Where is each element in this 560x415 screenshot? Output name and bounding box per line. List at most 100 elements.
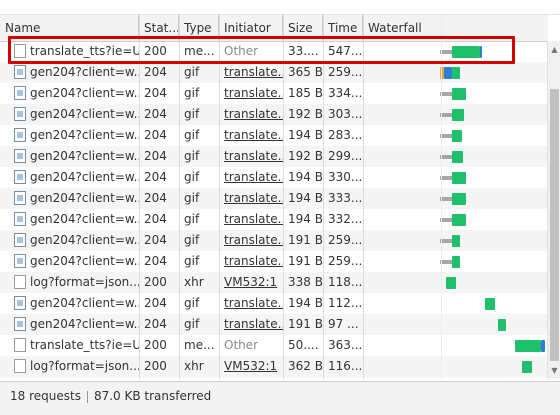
request-initiator-text[interactable]: translate... [224,128,283,142]
request-initiator-text[interactable]: translate... [224,65,283,79]
request-size-text: 191 B [288,233,323,247]
table-row[interactable]: gen204?client=w... 204 gif translate... 194 … [0,293,548,314]
request-size: 191 B [283,230,323,251]
request-size: 194 B [283,167,323,188]
request-status-text: 204 [144,191,167,205]
request-name: log?format=json... [0,356,139,377]
table-row[interactable]: gen204?client=w... 204 gif translate... 194 … [0,125,548,146]
request-initiator[interactable]: VM532:1 [219,356,283,377]
request-type: gif [179,104,219,125]
request-type: gif [179,62,219,83]
request-size: 194 B [283,125,323,146]
request-time: 259... [323,62,363,83]
table-row[interactable]: gen204?client=w... 204 gif translate... 191 … [0,251,548,272]
request-type-text: xhr [184,275,204,289]
vertical-scrollbar[interactable]: ▲ ▼ [547,41,560,379]
request-name-text: gen204?client=w... [30,149,139,163]
table-row[interactable]: gen204?client=w... 204 gif translate... 194 … [0,167,548,188]
table-row[interactable]: gen204?client=w... 204 gif translate... 185 … [0,83,548,104]
request-initiator-text[interactable]: translate... [224,212,283,226]
table-row[interactable]: gen204?client=w... 204 gif translate... 191 … [0,314,548,335]
request-initiator[interactable]: translate... [219,293,283,314]
waterfall-bar-download [452,88,466,100]
request-initiator-text[interactable]: translate... [224,86,283,100]
request-name-text: gen204?client=w... [30,128,139,142]
request-name-text: gen204?client=w... [30,233,139,247]
request-type: gif [179,230,219,251]
request-initiator[interactable]: translate... [219,167,283,188]
request-time: 332... [323,209,363,230]
request-status-text: 204 [144,317,167,331]
request-initiator-text[interactable]: translate... [224,170,283,184]
request-type-text: me... [184,338,215,352]
request-name: translate_tts?ie=U... [0,335,139,356]
request-initiator-text[interactable]: translate... [224,233,283,247]
request-initiator[interactable]: translate... [219,125,283,146]
request-time: 330... [323,167,363,188]
request-type-text: gif [184,65,200,79]
table-row[interactable]: translate_tts?ie=U... 200 me... Other 50....… [0,335,548,356]
request-initiator-text[interactable]: translate... [224,191,283,205]
request-initiator[interactable]: translate... [219,188,283,209]
waterfall-bar-connect [541,340,545,352]
request-initiator[interactable]: translate... [219,314,283,335]
request-status-text: 204 [144,65,167,79]
request-type: gif [179,167,219,188]
table-row[interactable]: log?format=json... 200 xhr VM532:1 362 B 116.… [0,356,548,377]
request-size: 191 B [283,314,323,335]
request-initiator-text[interactable]: VM532:1 [224,275,277,289]
waterfall-bar-download [452,256,460,268]
request-initiator[interactable]: translate... [219,251,283,272]
request-initiator[interactable]: translate... [219,83,283,104]
request-type-text: gif [184,296,200,310]
request-initiator[interactable]: translate... [219,104,283,125]
request-initiator-text: Other [224,338,259,352]
request-initiator[interactable]: translate... [219,209,283,230]
request-initiator[interactable]: translate... [219,230,283,251]
request-name: gen204?client=w... [0,104,139,125]
request-initiator[interactable]: VM532:1 [219,272,283,293]
request-size-text: 192 B [288,149,323,163]
request-time-text: 303... [328,107,363,121]
request-type-text: gif [184,170,200,184]
request-initiator-text[interactable]: translate... [224,107,283,121]
scrollbar-thumb[interactable] [550,89,559,361]
request-initiator-text[interactable]: translate... [224,296,283,310]
column-divider [363,15,364,379]
request-name: gen204?client=w... [0,83,139,104]
request-initiator-text[interactable]: translate... [224,254,283,268]
request-initiator-text[interactable]: translate... [224,149,283,163]
request-status: 204 [139,209,179,230]
table-row[interactable]: gen204?client=w... 204 gif translate... 192 … [0,104,548,125]
request-time-text: 333... [328,191,363,205]
request-initiator[interactable]: translate... [219,62,283,83]
request-time: 259... [323,230,363,251]
scroll-down-arrow-icon[interactable]: ▼ [548,364,560,377]
request-name-text: gen204?client=w... [30,107,139,121]
request-time: 116... [323,356,363,377]
table-row[interactable]: log?format=json... 200 xhr VM532:1 338 B 118.… [0,272,548,293]
waterfall-bar-download [452,214,466,226]
scroll-up-arrow-icon[interactable]: ▲ [548,43,560,56]
request-type: gif [179,146,219,167]
table-row[interactable]: gen204?client=w... 204 gif translate... 192 … [0,146,548,167]
request-size: 338 B [283,272,323,293]
request-initiator[interactable]: translate... [219,146,283,167]
request-status: 204 [139,83,179,104]
request-initiator-text[interactable]: translate... [224,317,283,331]
table-row[interactable]: gen204?client=w... 204 gif translate... 194 … [0,188,548,209]
request-name-text: log?format=json... [30,359,139,373]
status-bar: 18 requests 87.0 KB transferred [0,381,560,415]
table-row[interactable]: gen204?client=w... 204 gif translate... 191 … [0,230,548,251]
request-name: gen204?client=w... [0,251,139,272]
table-row[interactable]: gen204?client=w... 204 gif translate... 194 … [0,209,548,230]
column-divider [323,15,324,379]
request-size: 185 B [283,83,323,104]
request-size: 194 B [283,293,323,314]
table-row[interactable]: gen204?client=w... 204 gif translate... 365 … [0,62,548,83]
request-name-text: gen204?client=w... [30,212,139,226]
waterfall-bar-download [485,298,495,310]
request-type-text: gif [184,212,200,226]
request-initiator-text[interactable]: VM532:1 [224,359,277,373]
request-status: 204 [139,251,179,272]
